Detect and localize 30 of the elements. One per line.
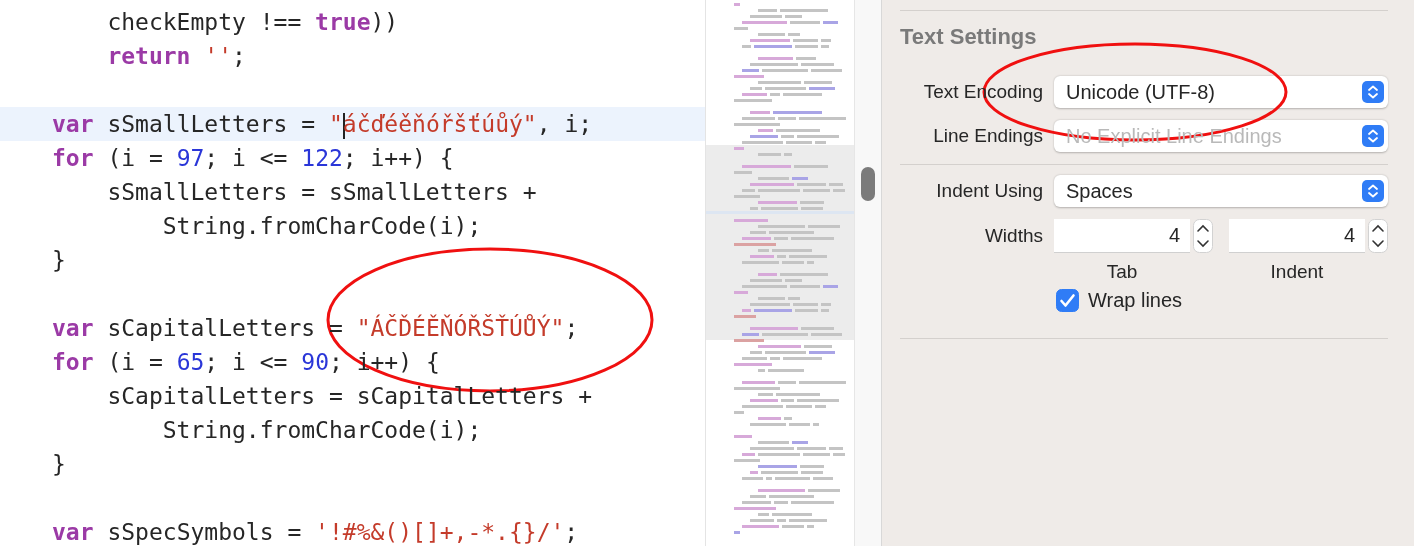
code-line: } [51, 450, 67, 479]
popup-button[interactable]: Unicode (UTF-8) [1054, 76, 1388, 108]
stepper-icon [1362, 81, 1384, 103]
scroll-thumb[interactable] [861, 167, 875, 201]
code-line: sCapitalLetters = sCapitalLetters + [106, 382, 594, 411]
code-line: String.fromCharCode(i); [161, 212, 483, 241]
field-label: Line Endings [932, 125, 1043, 147]
number-field[interactable]: 4 [1229, 219, 1365, 253]
code-line: return ''; [106, 42, 247, 71]
number-field[interactable]: 4 [1054, 219, 1190, 253]
field-label: Indent Using [935, 180, 1043, 202]
field-caption: Tab [1105, 261, 1139, 283]
field-label: Widths [983, 224, 1043, 248]
stepper-icon [1362, 125, 1384, 147]
code-line: for (i = 65; i <= 90; i++) { [51, 348, 441, 377]
checkbox-label: Wrap lines [1088, 289, 1183, 312]
checkbox[interactable] [1056, 289, 1079, 312]
popup-button[interactable]: Spaces [1054, 175, 1388, 207]
code-line: var sSpecSymbols = '!#%&()[]+,-*.{}/'; [51, 518, 580, 546]
code-line: sSmallLetters = sSmallLetters + [106, 178, 538, 207]
stepper-control[interactable] [1193, 219, 1213, 253]
code-line: checkEmpty !== true)) [106, 8, 400, 37]
field-caption: Indent [1269, 261, 1325, 283]
code-line: var sCapitalLetters = "ÁČĎÉĚŇÓŘŠŤÚŮÝ"; [51, 313, 580, 343]
section-title: Text Settings [900, 24, 1038, 50]
stepper-control[interactable] [1368, 219, 1388, 253]
stepper-icon [1362, 180, 1384, 202]
code-line: for (i = 97; i <= 122; i++) { [51, 144, 455, 173]
code-line: } [51, 246, 67, 275]
code-line: String.fromCharCode(i); [161, 416, 483, 445]
